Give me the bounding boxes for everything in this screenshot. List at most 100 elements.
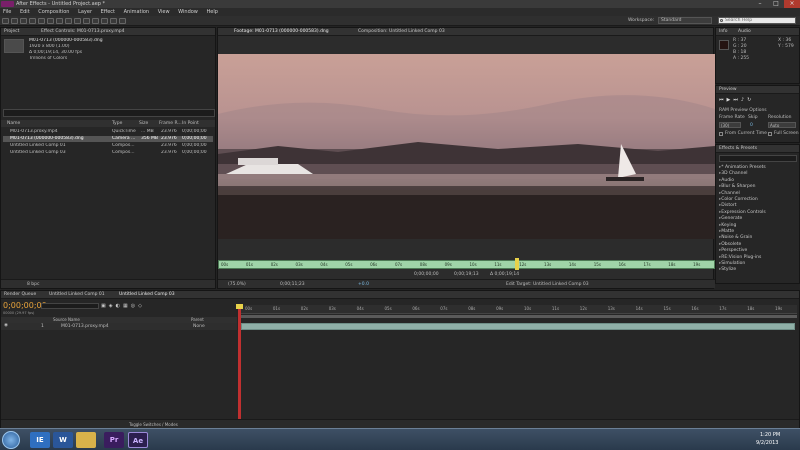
effects-category-item[interactable]: Channel	[719, 191, 739, 196]
menu-composition[interactable]: Composition	[38, 9, 69, 15]
effects-category-item[interactable]: Generate	[719, 216, 742, 221]
frame-blend-icon[interactable]: ▦	[123, 303, 131, 309]
menu-help[interactable]: Help	[206, 9, 217, 15]
effects-category-item[interactable]: Expression Controls	[719, 210, 765, 215]
current-time[interactable]: 0;00;11;23	[280, 282, 305, 287]
next-frame-icon[interactable]: ⏭	[733, 97, 741, 103]
layer-bar[interactable]	[241, 323, 795, 330]
effects-category-item[interactable]: RE:Vision Plug-ins	[719, 255, 761, 260]
loop-icon[interactable]: ↻	[747, 97, 754, 103]
tab-audio[interactable]: Audio	[738, 29, 751, 34]
bpc-label[interactable]: 8 bpc	[27, 282, 39, 287]
menu-file[interactable]: File	[3, 9, 11, 15]
zoom-tool-icon[interactable]	[20, 18, 27, 24]
type-tool-icon[interactable]	[74, 18, 81, 24]
roto-brush-tool-icon[interactable]	[110, 18, 117, 24]
project-item[interactable]: Untitled Linked Comp 01 Compos... 23.976…	[3, 143, 213, 149]
effects-category-item[interactable]: Noise & Grain	[719, 235, 752, 240]
effects-category-item[interactable]: Color Correction	[719, 197, 757, 202]
viewer-time-ruler[interactable]: 00s 01s 02s 03s 04s 05s 06s 07s 08s 09s 10s 11s 12s 1…	[218, 260, 715, 269]
shy-icon[interactable]: ◐	[116, 303, 123, 309]
timeline-playhead-icon[interactable]	[238, 305, 241, 429]
effects-category-item[interactable]: Blur & Sharpen	[719, 184, 755, 189]
layer-name[interactable]: M01-0713.proxy.mp4	[61, 324, 109, 329]
clone-tool-icon[interactable]	[92, 18, 99, 24]
pan-behind-tool-icon[interactable]	[47, 18, 54, 24]
layer-parent[interactable]: None	[193, 324, 205, 329]
from-current-checkbox[interactable]	[719, 132, 723, 136]
column-parent[interactable]: Parent	[191, 317, 204, 322]
puppet-tool-icon[interactable]	[119, 18, 126, 24]
effects-category-item[interactable]: Audio	[719, 178, 734, 183]
menu-window[interactable]: Window	[178, 9, 198, 15]
menu-effect[interactable]: Effect	[101, 9, 115, 15]
layer-row[interactable]: ◉ 1 M01-0713.proxy.mp4 None	[1, 323, 237, 330]
effects-category-item[interactable]: Matte	[719, 229, 734, 234]
effects-category-item[interactable]: * Animation Presets	[719, 165, 765, 170]
footage-frame[interactable]	[218, 54, 715, 239]
tab-project[interactable]: Project	[4, 29, 19, 34]
column-size[interactable]: Size	[139, 121, 148, 126]
start-button[interactable]	[2, 431, 20, 449]
timeline-playhead-handle-icon[interactable]	[236, 304, 243, 309]
clock-time[interactable]: 1:20 PM	[760, 432, 780, 438]
visibility-icon[interactable]: ◉	[4, 323, 8, 328]
column-type[interactable]: Type	[112, 121, 122, 126]
exposure-value[interactable]: +0.0	[358, 282, 369, 287]
tab-render-queue[interactable]: Render Queue	[4, 292, 36, 297]
time-in-point[interactable]: 0;00;00;00	[414, 272, 439, 277]
first-frame-icon[interactable]: ⏮	[719, 97, 727, 103]
project-search-input[interactable]	[3, 109, 215, 117]
after-effects-icon[interactable]: Ae	[128, 432, 148, 448]
menu-view[interactable]: View	[158, 9, 170, 15]
full-screen-checkbox[interactable]	[768, 132, 772, 136]
resolution-select[interactable]: Auto	[768, 122, 796, 128]
workspace-select[interactable]: Standard	[658, 17, 712, 24]
camera-tool-icon[interactable]	[38, 18, 45, 24]
mask-tool-icon[interactable]	[56, 18, 63, 24]
tab-composition[interactable]: Composition: Untitled Linked Comp 03	[358, 29, 445, 34]
graph-editor-icon[interactable]: ◇	[138, 303, 145, 309]
zoom-level[interactable]: (75.0%)	[228, 282, 246, 287]
effects-category-item[interactable]: Keying	[719, 223, 736, 228]
project-item[interactable]: Untitled Linked Comp 03 Compos... 23.976…	[3, 150, 213, 156]
search-help-input[interactable]: Search Help	[718, 17, 796, 24]
tab-comp-03[interactable]: Untitled Linked Comp 03	[119, 292, 175, 297]
project-item[interactable]: M01-0713 (000000-000583).dng Camera ... …	[3, 136, 213, 142]
effects-category-item[interactable]: Stylize	[719, 267, 736, 272]
toggle-switches-modes[interactable]: Toggle Switches / Modes	[129, 422, 178, 427]
tab-comp-01[interactable]: Untitled Linked Comp 01	[49, 292, 105, 297]
draft-3d-icon[interactable]: ◈	[109, 303, 116, 309]
skip-value[interactable]: 0	[750, 123, 753, 128]
hand-tool-icon[interactable]	[11, 18, 18, 24]
menu-edit[interactable]: Edit	[20, 9, 30, 15]
effects-category-item[interactable]: Distort	[719, 203, 736, 208]
project-item[interactable]: M01-0713.proxy.mp4 QuickTime ... MB 23.9…	[3, 129, 213, 135]
rotate-tool-icon[interactable]	[29, 18, 36, 24]
viewer-playhead-icon[interactable]	[515, 258, 519, 270]
effects-category-item[interactable]: 3D Channel	[719, 171, 747, 176]
tab-info[interactable]: Info	[719, 29, 728, 34]
word-icon[interactable]: W	[53, 432, 73, 448]
column-source-name[interactable]: Source Name	[53, 317, 80, 322]
internet-explorer-icon[interactable]: IE	[30, 432, 50, 448]
column-name[interactable]: Name	[7, 121, 20, 126]
column-frame-rate[interactable]: Frame R...	[159, 121, 182, 126]
frame-rate-select[interactable]: (30)	[719, 122, 741, 128]
folder-icon[interactable]	[76, 432, 96, 448]
clock-date[interactable]: 9/2/2013	[756, 440, 778, 446]
tab-effects-presets[interactable]: Effects & Presets	[719, 146, 757, 151]
selection-tool-icon[interactable]	[2, 18, 9, 24]
premiere-icon[interactable]: Pr	[104, 432, 124, 448]
effects-search-input[interactable]	[719, 155, 797, 162]
pen-tool-icon[interactable]	[65, 18, 72, 24]
brush-tool-icon[interactable]	[83, 18, 90, 24]
tab-footage[interactable]: Footage: M01-0713 (000000-000583).dng	[234, 29, 329, 34]
minimize-button[interactable]: –	[752, 0, 768, 8]
menu-layer[interactable]: Layer	[78, 9, 92, 15]
ram-preview-options[interactable]: RAM Preview Options	[719, 108, 767, 113]
timeline-ruler[interactable]: 00s 01s 02s 03s 04s 05s 06s 07s 08s 09s 10s 11s 12s 1…	[239, 305, 797, 314]
maximize-button[interactable]: □	[768, 0, 784, 8]
tab-effect-controls[interactable]: Effect Controls: M01-0713.proxy.mp4	[41, 29, 125, 34]
tab-preview[interactable]: Preview	[719, 87, 737, 92]
